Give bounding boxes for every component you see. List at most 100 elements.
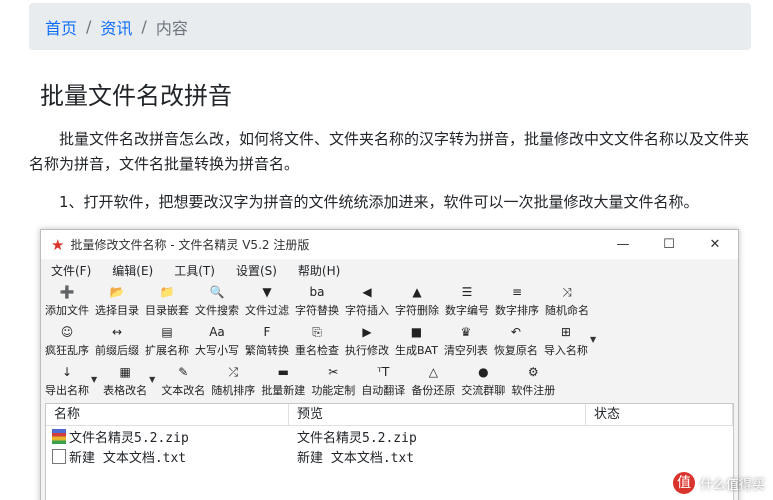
toolbar-button-label: 前缀后缀 [95, 344, 139, 357]
upper-lower-button[interactable]: Aa 大写小写 [195, 324, 239, 358]
restore-name-button[interactable]: ↶ 恢复原名 [494, 324, 538, 358]
char-replace-button[interactable]: ba 字符替换 [295, 284, 339, 318]
select-folder-button[interactable]: 📂 选择目录 [95, 284, 139, 318]
menu-file[interactable]: 文件(F) [47, 262, 95, 279]
select-folder-icon: 📂 [109, 285, 125, 299]
group-chat-button[interactable]: ● 交流群聊 [461, 364, 505, 398]
char-insert-button[interactable]: ◀ 字符插入 [345, 284, 389, 318]
duplicate-check-icon: ⎘ [312, 325, 322, 339]
export-names-icon: ↓ [61, 365, 73, 379]
number-code-icon: ☰ [461, 285, 473, 299]
intro-paragraph: 批量文件名改拼音怎么改，如何将文件、文件夹名称的汉字转为拼音，批量修改中文文件名… [29, 130, 750, 173]
clear-list-icon: ♛ [460, 325, 472, 339]
toolbar-button-label: 数字编号 [445, 304, 489, 317]
toolbar-button-label: 字符插入 [345, 304, 389, 317]
toolbar-button-label: 字符替换 [295, 304, 339, 317]
generate-bat-icon: ■ [410, 325, 423, 339]
maximize-button[interactable]: ☐ [646, 230, 692, 259]
toolbar-button-label: 导出名称 [45, 384, 89, 397]
column-name[interactable]: 名称 [46, 404, 289, 425]
file-search-button[interactable]: 🔍 文件搜索 [195, 284, 239, 318]
prefix-suffix-icon: ↔ [111, 325, 123, 339]
minimize-button[interactable]: — [600, 230, 646, 259]
close-button[interactable]: ✕ [692, 230, 738, 259]
extension-name-button[interactable]: ▤ 扩展名称 [145, 324, 189, 358]
toolbar-button-label: 恢复原名 [493, 344, 538, 357]
register-button[interactable]: ⚙ 软件注册 [511, 364, 555, 398]
toolbar-row: ☺ 疯狂乱序 ↔ 前缀后缀 ▤ 扩展名称 Aa 大写小写 F 繁简转换 ⎘ 重名检查 ▶ 执行修改 ■ 生成B… [45, 321, 738, 361]
file-filter-icon: ▼ [262, 285, 272, 299]
file-search-icon: 🔍 [209, 285, 225, 299]
column-preview[interactable]: 预览 [289, 404, 586, 425]
toolbar-button-label: 重名检查 [295, 344, 339, 357]
toolbar-button-label: 繁简转换 [245, 344, 289, 357]
menu-help[interactable]: 帮助(H) [294, 262, 344, 279]
number-sort-button[interactable]: ≡ 数字排序 [495, 284, 539, 318]
chevron-down-icon[interactable]: ▼ [149, 375, 155, 384]
chevron-down-icon[interactable]: ▼ [590, 335, 596, 344]
backup-restore-button[interactable]: △ 备份还原 [411, 364, 455, 398]
file-name: 新建 文本文档.txt [69, 450, 187, 466]
batch-create-icon: ▬ [277, 365, 289, 379]
execute-icon: ▶ [362, 325, 372, 339]
watermark-logo: 值 [672, 472, 695, 494]
export-names-button[interactable]: ↓ 导出名称 [45, 364, 89, 398]
toolbar-row: ↓ 导出名称 ▼ ▦ 表格改名 ▼ ✎ 文本改名 ⤮ 随机排序 ▬ 批量新建 ✂ 功能定制 ᵀT 自动翻译 △ 备… [45, 361, 738, 401]
breadcrumb-home-link[interactable]: 首页 [45, 15, 77, 39]
menu-tools[interactable]: 工具(T) [170, 262, 219, 279]
toolbar-button-label: 导入名称 [543, 344, 588, 357]
number-code-button[interactable]: ☰ 数字编号 [445, 284, 489, 318]
zip-file-icon [52, 428, 66, 444]
app-titlebar: ★ 批量修改文件名称 - 文件名精灵 V5.2 注册版 — ☐ ✕ [41, 230, 738, 259]
customize-icon: ✂ [328, 365, 339, 379]
toolbar-button-label: 生成BAT [395, 344, 438, 357]
file-list[interactable]: 名称 预览 状态 文件名精灵5.2.zip 文件名精灵5.2.zip 新建 文本… [45, 403, 734, 500]
group-chat-icon: ● [478, 365, 489, 379]
import-names-button[interactable]: ⊞ 导入名称 [544, 324, 588, 358]
batch-create-button[interactable]: ▬ 批量新建 [261, 364, 305, 398]
toolbar-button-label: 执行修改 [345, 344, 389, 357]
file-preview: 新建 文本文档.txt [297, 450, 415, 466]
toolbar-button-label: 功能定制 [311, 384, 356, 397]
toolbar: ➕ 添加文件 📂 选择目录 📁 目录嵌套 🔍 文件搜索 ▼ 文件过滤 ba 字符替换 ◀ 字符插入 ▲ 字符删… [41, 281, 738, 401]
import-names-icon: ⊞ [560, 325, 571, 339]
star-icon: ★ [51, 235, 65, 254]
clear-list-button[interactable]: ♛ 清空列表 [444, 324, 488, 358]
auto-translate-button[interactable]: ᵀT 自动翻译 [361, 364, 405, 398]
toolbar-button-label: 数字排序 [495, 304, 539, 317]
generate-bat-button[interactable]: ■ 生成BAT [395, 324, 438, 358]
random-name-button[interactable]: ⤨ 随机命名 [545, 284, 589, 318]
execute-button[interactable]: ▶ 执行修改 [345, 324, 389, 358]
breadcrumb-news-link[interactable]: 资讯 [100, 15, 132, 39]
text-rename-button[interactable]: ✎ 文本改名 [161, 364, 205, 398]
table-row[interactable]: 文件名精灵5.2.zip 文件名精灵5.2.zip [46, 426, 733, 446]
page-title: 批量文件名改拼音 [40, 82, 232, 110]
file-filter-button[interactable]: ▼ 文件过滤 [245, 284, 289, 318]
chevron-down-icon[interactable]: ▼ [91, 375, 97, 384]
watermark-text: 什么值得买 [699, 477, 765, 493]
toolbar-button-label: 添加文件 [45, 304, 89, 317]
prefix-suffix-button[interactable]: ↔ 前缀后缀 [95, 324, 139, 358]
add-file-icon: ➕ [59, 285, 75, 299]
duplicate-check-button[interactable]: ⎘ 重名检查 [295, 324, 339, 358]
menu-settings[interactable]: 设置(S) [232, 262, 281, 279]
crazy-shuffle-button[interactable]: ☺ 疯狂乱序 [45, 324, 89, 358]
customize-button[interactable]: ✂ 功能定制 [311, 364, 355, 398]
folder-nesting-button[interactable]: 📁 目录嵌套 [145, 284, 189, 318]
column-status[interactable]: 状态 [586, 404, 733, 425]
table-rename-button[interactable]: ▦ 表格改名 [103, 364, 147, 398]
upper-lower-icon: Aa [209, 325, 225, 339]
toolbar-button-label: 文件过滤 [245, 304, 289, 317]
app-title: 批量修改文件名称 - 文件名精灵 V5.2 注册版 [70, 238, 310, 252]
table-row[interactable]: 新建 文本文档.txt 新建 文本文档.txt [46, 446, 733, 466]
random-sort-button[interactable]: ⤮ 随机排序 [211, 364, 255, 398]
menu-edit[interactable]: 编辑(E) [108, 262, 157, 279]
folder-nesting-icon: 📁 [159, 285, 175, 299]
breadcrumb: 首页 / 资讯 / 内容 [29, 3, 751, 50]
char-delete-button[interactable]: ▲ 字符删除 [395, 284, 439, 318]
toolbar-button-label: 大写小写 [195, 344, 239, 357]
add-file-button[interactable]: ➕ 添加文件 [45, 284, 89, 318]
random-sort-icon: ⤮ [228, 365, 239, 379]
toolbar-button-label: 自动翻译 [361, 384, 406, 397]
trad-simp-button[interactable]: F 繁简转换 [245, 324, 289, 358]
